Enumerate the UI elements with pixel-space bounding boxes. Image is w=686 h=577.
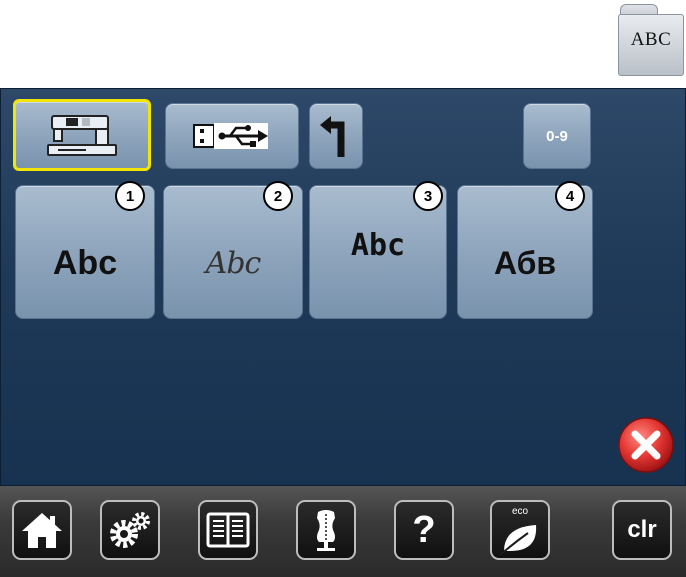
help-button[interactable]: ?	[394, 500, 454, 560]
font-badge-1: 1	[115, 181, 145, 211]
home-icon	[22, 513, 62, 548]
clear-button[interactable]: clr	[612, 500, 672, 560]
folder-label: ABC	[630, 29, 672, 50]
sewing-machine-icon	[47, 115, 117, 156]
home-button[interactable]	[12, 500, 72, 560]
font-badge-4: 4	[555, 181, 585, 211]
eco-button[interactable]: eco	[490, 500, 550, 560]
eco-leaf-icon	[499, 525, 537, 556]
setup-button[interactable]	[100, 500, 160, 560]
tutorial-button[interactable]	[198, 500, 258, 560]
gears-icon	[110, 512, 150, 548]
font-sample-2: Abc	[205, 245, 262, 281]
machine-memory-button[interactable]	[13, 99, 151, 171]
mannequin-icon	[317, 510, 335, 551]
font-sample-3: Abc	[350, 227, 406, 263]
font-badge-3: 3	[413, 181, 443, 211]
book-icon	[206, 512, 250, 548]
abc-folder-icon[interactable]: ABC	[618, 4, 684, 76]
back-button[interactable]	[309, 103, 363, 169]
digits-label: 0-9	[546, 127, 568, 145]
font-sample-1: Abc	[52, 243, 118, 282]
close-icon	[618, 417, 674, 473]
usb-icon	[193, 123, 268, 149]
clear-label: clr	[627, 516, 657, 543]
alphabet-selection-screen: 0-9 Abc 1 Abc 2 Abc 3 Абв 4	[0, 88, 686, 486]
font-badge-2: 2	[263, 181, 293, 211]
return-arrow-icon	[320, 116, 345, 157]
eco-label: eco	[511, 506, 529, 517]
help-icon: ?	[412, 508, 436, 551]
consultant-button[interactable]	[296, 500, 356, 560]
folder-body: ABC	[618, 14, 684, 76]
bottom-toolbar: ? eco clr	[0, 486, 686, 577]
usb-button[interactable]	[165, 103, 299, 169]
font-sample-4: Абв	[493, 244, 557, 281]
close-button[interactable]	[615, 414, 677, 476]
digits-button[interactable]: 0-9	[523, 103, 591, 169]
